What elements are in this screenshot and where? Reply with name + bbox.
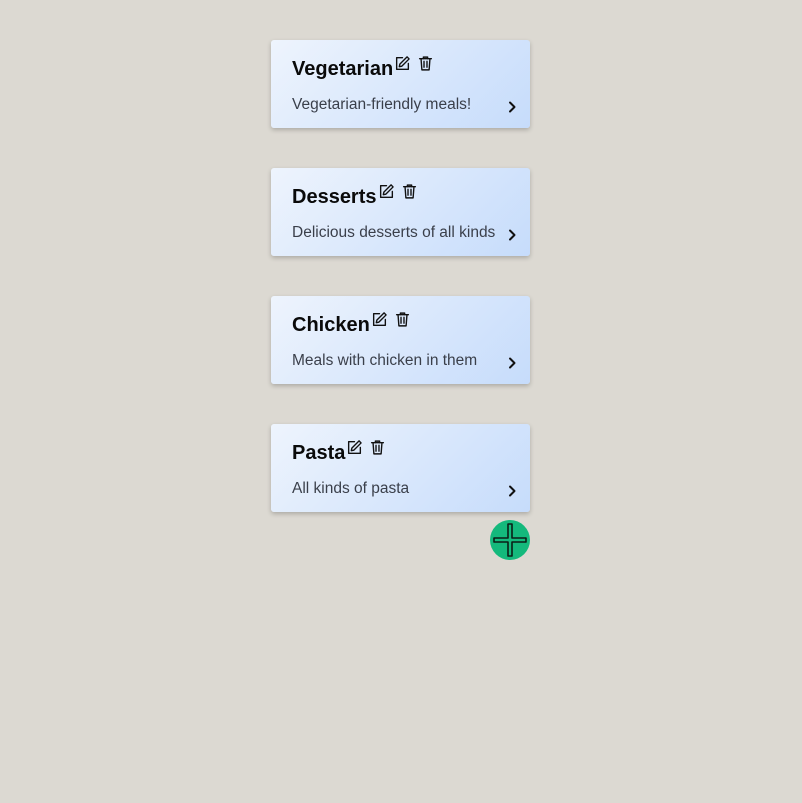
category-title: Vegetarian: [292, 58, 394, 80]
category-title-row: Vegetarian: [292, 56, 434, 81]
chevron-right-icon[interactable]: [505, 99, 519, 113]
chevron-right-icon[interactable]: [505, 355, 519, 369]
plus-icon: [493, 523, 527, 557]
chevron-right-icon[interactable]: [505, 483, 519, 497]
category-card-pasta[interactable]: Pasta All kinds of pasta: [271, 424, 530, 512]
trash-icon[interactable]: [394, 311, 411, 328]
category-title: Desserts: [292, 186, 377, 208]
trash-icon[interactable]: [369, 439, 386, 456]
category-title-row: Pasta: [292, 440, 386, 465]
category-title: Pasta: [292, 442, 346, 464]
category-card-chicken[interactable]: Chicken Meals with chicken in them: [271, 296, 530, 384]
edit-icon[interactable]: [346, 439, 363, 456]
category-card-vegetarian[interactable]: Vegetarian Vegetarian-friendly meals!: [271, 40, 530, 128]
category-description: Meals with chicken in them: [292, 352, 478, 369]
trash-icon[interactable]: [401, 183, 418, 200]
edit-icon[interactable]: [394, 55, 411, 72]
add-category-button[interactable]: [490, 520, 530, 560]
category-description: Delicious desserts of all kinds: [292, 224, 496, 241]
category-description: All kinds of pasta: [292, 480, 410, 497]
category-title-row: Chicken: [292, 312, 411, 337]
category-card-desserts[interactable]: Desserts Delicious desserts of all kinds: [271, 168, 530, 256]
category-title-row: Desserts: [292, 184, 418, 209]
edit-icon[interactable]: [378, 183, 395, 200]
trash-icon[interactable]: [417, 55, 434, 72]
edit-icon[interactable]: [371, 311, 388, 328]
category-description: Vegetarian-friendly meals!: [292, 96, 472, 113]
category-title: Chicken: [292, 314, 370, 336]
category-list: Vegetarian Vegetarian-friendly meals! De…: [271, 40, 530, 512]
chevron-right-icon[interactable]: [505, 227, 519, 241]
